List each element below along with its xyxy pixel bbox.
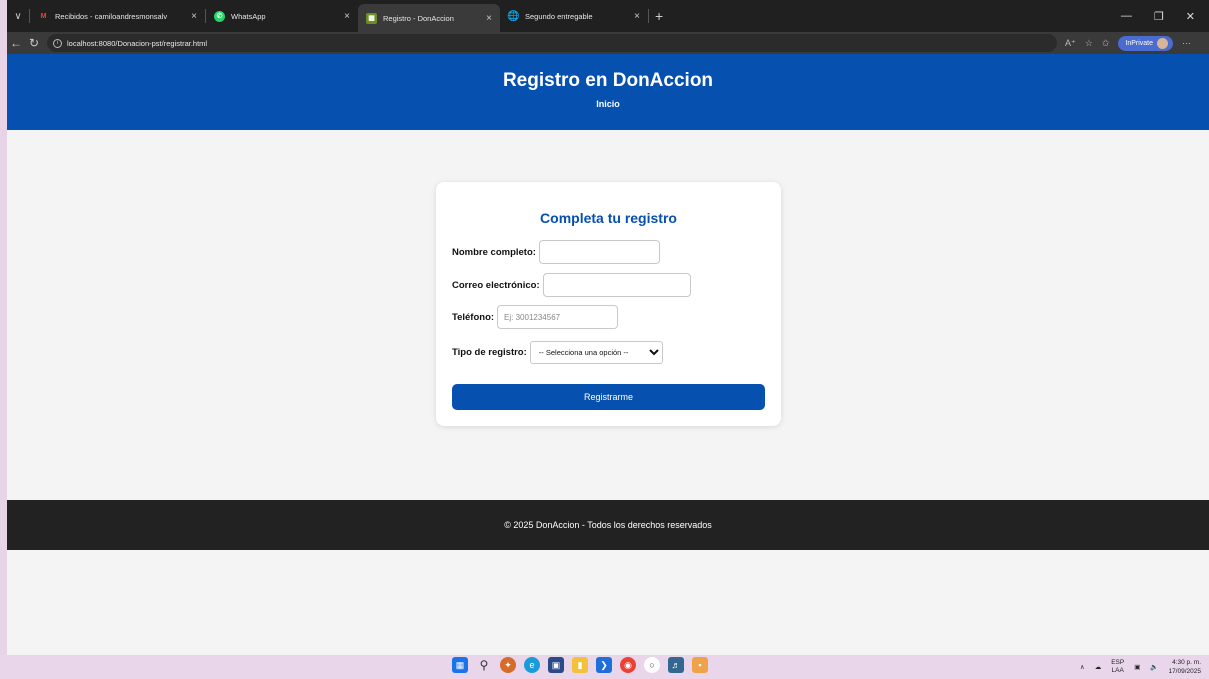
- address-bar: ← ↻ i localhost:8080/Donacion-pst/regist…: [7, 32, 1209, 54]
- close-icon[interactable]: ×: [191, 11, 197, 22]
- form-title: Completa tu registro: [540, 210, 677, 226]
- inprivate-badge[interactable]: InPrivate: [1118, 35, 1174, 51]
- email-label: Correo electrónico:: [452, 279, 540, 291]
- site-footer: © 2025 DonAccion - Todos los derechos re…: [7, 500, 1209, 550]
- name-label: Nombre completo:: [452, 246, 536, 258]
- url-text: localhost:8080/Donacion-pst/registrar.ht…: [67, 38, 208, 48]
- name-row: Nombre completo:: [452, 240, 660, 264]
- browser-toolbar: A⁺ ☆ ✩ InPrivate ⋯: [1065, 35, 1191, 51]
- tab-whatsapp[interactable]: ✆ WhatsApp ×: [206, 4, 358, 28]
- language-indicator[interactable]: ESP LAA: [1111, 659, 1124, 675]
- restore-icon[interactable]: ❐: [1154, 10, 1164, 23]
- url-field[interactable]: i localhost:8080/Donacion-pst/registrar.…: [47, 34, 1057, 52]
- postgres-icon[interactable]: ♬: [668, 657, 684, 673]
- tab-label: WhatsApp: [231, 11, 266, 21]
- volume-icon[interactable]: 🔈: [1150, 663, 1158, 671]
- page-icon: ▦: [366, 12, 377, 24]
- clock[interactable]: 4:30 p. m. 17/09/2025: [1168, 658, 1201, 676]
- site-header: Registro en DonAccion Inicio: [7, 54, 1209, 130]
- edge-icon[interactable]: e: [524, 657, 540, 673]
- read-aloud-icon[interactable]: A⁺: [1065, 38, 1076, 49]
- copilot-icon[interactable]: ✦: [500, 657, 516, 673]
- file-explorer-icon[interactable]: ▮: [572, 657, 588, 673]
- phone-label: Teléfono:: [452, 311, 495, 323]
- inprivate-label: InPrivate: [1125, 39, 1154, 47]
- minimize-icon[interactable]: —: [1121, 10, 1132, 23]
- phone-input[interactable]: [497, 305, 619, 329]
- chrome-icon[interactable]: ◉: [620, 657, 636, 673]
- tab-bar: ∨ M Recibidos - camiloandresmonsalv × ✆ …: [7, 0, 1209, 32]
- clock-time: 4:30 p. m.: [1172, 659, 1201, 666]
- tab-list-button[interactable]: ∨: [7, 0, 29, 32]
- globe-icon: 🌐: [507, 10, 520, 22]
- vscode-icon[interactable]: ❯: [596, 657, 612, 673]
- whatsapp-icon: ✆: [214, 10, 225, 22]
- taskbar-apps: ▦ ⚲ ✦ e ▣ ▮ ❯ ◉ ○ ♬ ▪: [452, 657, 708, 673]
- type-label: Tipo de registro:: [452, 347, 527, 358]
- cloud-icon[interactable]: ☁: [1095, 663, 1102, 671]
- tab-label: Registro - DonAccion: [383, 13, 454, 23]
- taskbar: ▦ ⚲ ✦ e ▣ ▮ ❯ ◉ ○ ♬ ▪ ∧ ☁ ESP LAA ▣ 🔈 4:…: [0, 655, 1209, 679]
- phone-row: Teléfono:: [452, 305, 619, 329]
- name-input[interactable]: [538, 240, 660, 264]
- info-icon[interactable]: i: [53, 38, 62, 48]
- search-icon[interactable]: ⚲: [476, 657, 492, 673]
- window-controls: — ❐ ✕: [1121, 10, 1209, 23]
- start-icon[interactable]: ▦: [452, 657, 468, 673]
- close-icon[interactable]: ×: [634, 11, 640, 22]
- browser-window: ∨ M Recibidos - camiloandresmonsalv × ✆ …: [7, 0, 1209, 655]
- new-tab-button[interactable]: +: [655, 8, 663, 24]
- app-icon[interactable]: ▪: [692, 657, 708, 673]
- nav-link-inicio[interactable]: Inicio: [7, 99, 1209, 109]
- refresh-icon[interactable]: ↻: [25, 36, 43, 50]
- register-button[interactable]: Registrarme: [452, 384, 765, 410]
- close-icon[interactable]: ×: [344, 11, 350, 22]
- page-viewport: Registro en DonAccion Inicio Completa tu…: [7, 54, 1209, 655]
- chevron-up-icon[interactable]: ∧: [1080, 663, 1085, 671]
- chevron-down-icon: ∨: [14, 10, 22, 22]
- close-window-icon[interactable]: ✕: [1186, 10, 1195, 23]
- clock-date: 17/09/2025: [1168, 668, 1201, 675]
- tab-label: Recibidos - camiloandresmonsalv: [55, 11, 168, 21]
- close-icon[interactable]: ×: [486, 13, 492, 24]
- footer-text: © 2025 DonAccion - Todos los derechos re…: [504, 520, 712, 530]
- gmail-icon: M: [40, 12, 47, 20]
- favorite-star-icon[interactable]: ☆: [1085, 38, 1093, 49]
- email-row: Correo electrónico:: [452, 273, 691, 297]
- tab-separator: [648, 9, 649, 23]
- tab-segundo-entregable[interactable]: 🌐 Segundo entregable ×: [500, 4, 648, 28]
- lang-bottom: LAA: [1111, 667, 1124, 674]
- more-menu-icon[interactable]: ⋯: [1182, 38, 1191, 49]
- lang-top: ESP: [1111, 659, 1125, 666]
- type-row: Tipo de registro: -- Selecciona una opci…: [452, 341, 663, 364]
- tab-gmail[interactable]: M Recibidos - camiloandresmonsalv ×: [30, 4, 205, 28]
- back-icon[interactable]: ←: [7, 36, 25, 50]
- system-tray: ∧ ☁ ESP LAA ▣ 🔈 4:30 p. m. 17/09/2025: [1080, 655, 1201, 679]
- tab-registro[interactable]: ▦ Registro - DonAccion ×: [358, 4, 500, 32]
- email-input[interactable]: [542, 273, 691, 297]
- page-title: Registro en DonAccion: [502, 70, 714, 91]
- type-select[interactable]: -- Selecciona una opción --: [529, 341, 663, 364]
- store-icon[interactable]: ▣: [548, 657, 564, 673]
- favorites-icon[interactable]: ✩: [1102, 38, 1110, 49]
- github-icon[interactable]: ○: [644, 657, 660, 673]
- network-icon[interactable]: ▣: [1134, 663, 1140, 671]
- avatar: [1157, 37, 1169, 49]
- tab-label: Segundo entregable: [525, 11, 593, 21]
- registration-card: Completa tu registro Nombre completo: Co…: [436, 182, 781, 426]
